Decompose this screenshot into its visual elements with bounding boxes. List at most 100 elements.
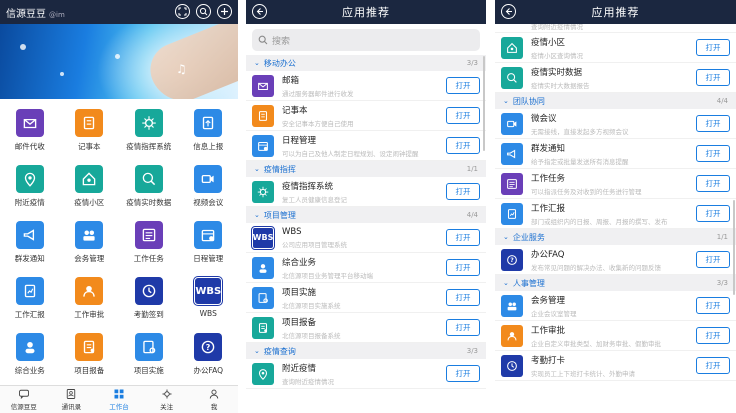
app-tile[interactable]: 项目实施	[119, 329, 179, 385]
app-tile[interactable]: 信息上报	[179, 105, 239, 161]
section-header[interactable]: ⌄ 移动办公 3/3	[246, 55, 486, 71]
section-header[interactable]: ⌄ 项目管理 4/4	[246, 207, 486, 223]
list-item[interactable]: 会务管理 企业会议室管理 打开	[495, 291, 736, 321]
app-tile[interactable]: 日程管理	[179, 217, 239, 273]
item-name: 考勤打卡	[531, 355, 566, 366]
app-tile[interactable]: 考勤签到	[119, 273, 179, 329]
open-button[interactable]: 打开	[446, 259, 480, 276]
tab-chat[interactable]: 信源豆豆	[0, 386, 48, 413]
app-tile[interactable]: 项目报备	[60, 329, 120, 385]
recommend-screen-top: 应用推荐 搜索 ⌄ 移动办公 3/3 邮箱 通过服务器邮件进行收发 打开 记事本 安全记事本方…	[246, 0, 486, 413]
app-tile[interactable]: 邮件代收	[0, 105, 60, 161]
open-button[interactable]: 打开	[696, 297, 730, 314]
open-button[interactable]: 打开	[696, 115, 730, 132]
contacts-icon	[67, 389, 76, 399]
item-name: 疫情小区	[531, 37, 566, 48]
list-item[interactable]: 项目实施 北信源项目实施系统 打开	[246, 283, 486, 313]
app-tile[interactable]: 工作审批	[60, 273, 120, 329]
open-button[interactable]: 打开	[696, 205, 730, 222]
list-item[interactable]: 工作审批 企业自定义审批类型、加财务审批、假勤审批 打开	[495, 321, 736, 351]
section-header[interactable]: ⌄ 疫情查询 3/3	[246, 343, 486, 359]
item-name: 项目实施	[282, 287, 317, 298]
item-description: 实现员工上下班打卡统计、外勤申请	[531, 369, 635, 378]
open-button[interactable]: 打开	[696, 145, 730, 162]
open-button[interactable]: 打开	[696, 175, 730, 192]
list-item[interactable]: ? 办公FAQ 发布常见问题的解决办法、收集新的问题反馈 打开	[495, 245, 736, 275]
app-tile[interactable]: 会务管理	[60, 217, 120, 273]
scrollbar[interactable]	[733, 200, 735, 295]
open-button[interactable]: 打开	[446, 319, 480, 336]
tab-focus[interactable]: 关注	[143, 386, 191, 413]
home-banner[interactable]: ♫	[0, 24, 238, 99]
list-item[interactable]: 疫情实时数据 疫情实时大数据报告 打开	[495, 63, 736, 93]
faq-icon: ?	[501, 248, 523, 271]
list-item[interactable]: 附近疫情 查询附近疫情情况 打开	[246, 359, 486, 389]
app-tile[interactable]: 综合业务	[0, 329, 60, 385]
app-tile[interactable]: 疫情指挥系统	[119, 105, 179, 161]
open-button[interactable]: 打开	[696, 357, 730, 374]
list-item[interactable]: 日程管理 可以为自己及他人制定日程规划、设定闹钟提醒 打开	[246, 131, 486, 161]
open-button[interactable]: 打开	[696, 69, 730, 86]
clock-icon	[134, 277, 163, 305]
app-label: 考勤签到	[133, 310, 164, 319]
tab-label: 工作台	[109, 403, 129, 411]
back-arrow-icon[interactable]	[501, 4, 516, 19]
list-item[interactable]: 邮箱 通过服务器邮件进行收发 打开	[246, 71, 486, 101]
open-button[interactable]: 打开	[696, 251, 730, 268]
section-header[interactable]: ⌄ 企业服务 1/1	[495, 229, 736, 245]
open-button[interactable]: 打开	[696, 327, 730, 344]
section-count: 4/4	[716, 97, 728, 105]
scan-icon[interactable]	[175, 4, 190, 19]
app-label: 工作任务	[133, 254, 164, 263]
item-text: 工作汇报 部门或组织内的日报、周报、月报的撰写、发布	[531, 202, 696, 226]
search-icon[interactable]	[196, 4, 211, 19]
list-item[interactable]: 综合业务 北信源项目业务管理平台移动端 打开	[246, 253, 486, 283]
list-item[interactable]: 项目报备 北信源项目报备系统 打开	[246, 313, 486, 343]
app-tile[interactable]: 工作任务	[119, 217, 179, 273]
open-button[interactable]: 打开	[446, 183, 480, 200]
open-button[interactable]: 打开	[696, 39, 730, 56]
app-tile[interactable]: 视频会议	[179, 161, 239, 217]
list-item[interactable]: 考勤打卡实现员工上下班打卡统计、外勤申请 打开	[495, 351, 736, 381]
app-tile[interactable]: 工作汇报	[0, 273, 60, 329]
app-tile[interactable]: 疫情实时数据	[119, 161, 179, 217]
banner-dot	[115, 54, 120, 59]
back-arrow-icon[interactable]	[252, 4, 267, 19]
app-tile[interactable]: 群发通知	[0, 217, 60, 273]
item-name: 项目报备	[282, 317, 317, 328]
app-tile[interactable]: WBS WBS	[179, 273, 239, 329]
section-header[interactable]: ⌄ 疫情指挥 1/1	[246, 161, 486, 177]
app-label: 附近疫情	[14, 198, 45, 207]
tab-person[interactable]: 我	[190, 386, 238, 413]
list-item[interactable]: 微会议 无需接线，直接发起多方视频会议 打开	[495, 109, 736, 139]
open-button[interactable]: 打开	[446, 365, 480, 382]
search-input[interactable]: 搜索	[252, 29, 480, 51]
add-icon[interactable]	[217, 4, 232, 19]
tab-workbench[interactable]: 工作台	[95, 386, 143, 413]
faq-icon: ?	[194, 333, 223, 361]
list-item[interactable]: 疫情小区 疫情小区查询情况 打开	[495, 33, 736, 63]
open-button[interactable]: 打开	[446, 289, 480, 306]
open-button[interactable]: 打开	[446, 229, 480, 246]
app-tile[interactable]: 记事本	[60, 105, 120, 161]
list-item[interactable]: 记事本 安全记事本方便自己使用 打开	[246, 101, 486, 131]
list-item[interactable]: WBS WBS 公司应用项目管理系统 打开	[246, 223, 486, 253]
list-item[interactable]: 群发通知 给予指定或批量发送所有消息提醒 打开	[495, 139, 736, 169]
app-list[interactable]: ⌄ 移动办公 3/3 邮箱 通过服务器邮件进行收发 打开 记事本 安全记事本方便自己使用 打开日…	[246, 55, 486, 389]
app-tile[interactable]: ? 办公FAQ	[179, 329, 239, 385]
list-item[interactable]: 工作任务 可以指派任务及对收到的任务进行管理 打开	[495, 169, 736, 199]
open-button[interactable]: 打开	[446, 137, 480, 154]
item-description: 部门或组织内的日报、周报、月报的撰写、发布	[531, 217, 668, 226]
item-description: 企业自定义审批类型、加财务审批、假勤审批	[531, 339, 661, 348]
tab-contacts[interactable]: 通讯录	[48, 386, 96, 413]
app-tile[interactable]: 附近疫情	[0, 161, 60, 217]
app-list[interactable]: 查询附近疫情情况 疫情小区 疫情小区查询情况 打开 疫情实时数据 疫情实时大数据报告 打开 ⌄…	[495, 24, 736, 381]
section-header[interactable]: ⌄ 团队协同 4/4	[495, 93, 736, 109]
open-button[interactable]: 打开	[446, 107, 480, 124]
open-button[interactable]: 打开	[446, 77, 480, 94]
list-item[interactable]: 工作汇报 部门或组织内的日报、周报、月报的撰写、发布 打开	[495, 199, 736, 229]
app-tile[interactable]: 疫情小区	[60, 161, 120, 217]
list-item[interactable]: 疫情指挥系统 复工人员健康信息登记 打开	[246, 177, 486, 207]
scrollbar[interactable]	[483, 56, 485, 151]
section-header[interactable]: ⌄ 人事管理 3/3	[495, 275, 736, 291]
